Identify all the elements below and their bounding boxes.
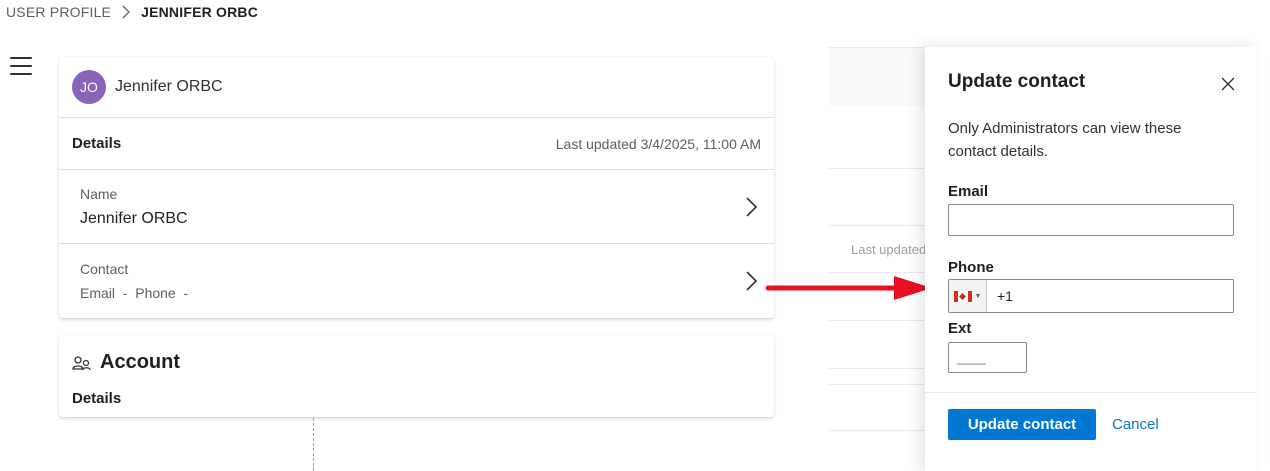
chevron-right-icon [746,196,758,217]
divider [925,392,1256,393]
divider [829,47,925,48]
phone-field[interactable]: ▼ +1 [948,279,1234,313]
cancel-button[interactable]: Cancel [1112,416,1159,433]
panel-title: Update contact [948,71,1086,92]
account-header: Account [59,335,774,390]
breadcrumb: USER PROFILE JENNIFER ORBC [6,4,258,20]
hamburger-menu-icon[interactable] [10,57,32,75]
profile-name: Jennifer ORBC [115,78,223,95]
account-title: Account [100,351,180,373]
contact-row[interactable]: Contact Email - Phone - [59,244,774,318]
divider [829,225,925,226]
canada-flag-icon [953,290,972,302]
arrow-annotation-icon [765,276,932,300]
close-icon[interactable] [1221,77,1235,91]
update-contact-panel: Update contact Only Administrators can v… [925,47,1256,471]
ext-field[interactable] [948,342,1027,373]
account-details-title: Details [72,390,122,407]
background-shade [829,48,925,106]
divider [829,368,925,369]
country-selector[interactable]: ▼ [949,280,987,312]
divider [829,168,925,169]
background-last-updated: Last updated [851,242,925,257]
phone-country-code: +1 [997,288,1013,304]
divider [829,320,925,321]
name-row[interactable]: Name Jennifer ORBC [59,170,774,244]
avatar: JO [72,70,106,104]
details-title: Details [72,135,122,152]
account-card: Account Details [59,335,774,417]
caret-down-icon: ▼ [974,292,982,300]
details-header: Details Last updated 3/4/2025, 11:00 AM [59,118,774,170]
panel-description: Only Administrators can view these conta… [948,120,1182,160]
phone-label: Phone [948,259,994,276]
update-contact-button[interactable]: Update contact [948,409,1096,440]
name-value: Jennifer ORBC [80,209,188,227]
profile-card: JO Jennifer ORBC Details Last updated 3/… [59,57,774,318]
last-updated-text: Last updated 3/4/2025, 11:00 AM [555,135,761,152]
divider [829,272,925,273]
divider [829,384,925,385]
breadcrumb-parent[interactable]: USER PROFILE [6,4,111,20]
breadcrumb-current: JENNIFER ORBC [141,4,259,20]
chevron-right-icon [122,5,131,19]
profile-header: JO Jennifer ORBC [59,57,774,118]
name-label: Name [80,185,118,202]
divider [313,418,314,471]
chevron-right-icon [746,271,758,291]
email-label: Email [948,183,989,200]
contact-label: Contact [80,261,129,277]
divider [829,430,925,431]
account-users-icon [72,355,91,370]
contact-value: Email - Phone - [80,285,189,301]
ext-label: Ext [948,320,972,337]
email-field[interactable] [948,204,1234,236]
